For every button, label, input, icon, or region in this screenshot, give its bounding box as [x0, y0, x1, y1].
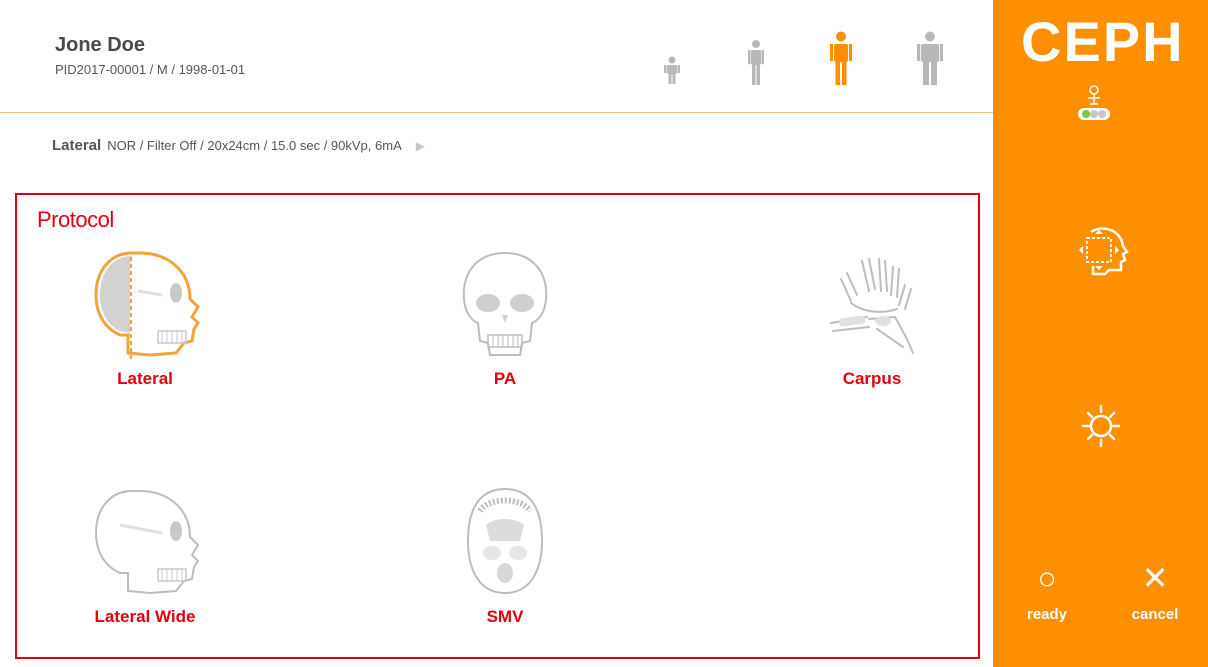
- body-type-selector: [655, 30, 955, 90]
- small-adult-body-icon[interactable]: [748, 39, 764, 90]
- laser-light-icon[interactable]: [1079, 402, 1123, 455]
- mode-sidebar: CEPH ○ ready ✕ cancel: [993, 0, 1208, 667]
- protocol-label-carpus: Carpus: [842, 369, 902, 388]
- protocol-label-smv: SMV: [486, 607, 524, 626]
- cancel-x-icon: ✕: [1141, 560, 1169, 596]
- patient-info: PID2017-00001 / M / 1998-01-01: [55, 62, 246, 77]
- exposure-settings[interactable]: Lateral NOR / Filter Off / 20x24cm / 15.…: [52, 137, 425, 154]
- cancel-label: cancel: [1131, 606, 1179, 623]
- patient-name: Jone Doe: [55, 34, 146, 56]
- protocol-title: Protocol: [37, 207, 114, 232]
- positioning-icon[interactable]: [1075, 222, 1131, 283]
- protocol-lateral[interactable]: Lateral: [55, 243, 235, 389]
- protocol-pa[interactable]: PA: [415, 243, 595, 389]
- header-divider: [0, 112, 993, 113]
- cancel-button[interactable]: ✕ cancel: [1125, 560, 1185, 623]
- status-light-icon: [1077, 82, 1111, 127]
- exposure-mode: Lateral: [52, 137, 102, 154]
- child-body-icon[interactable]: [663, 55, 681, 90]
- protocol-lateral-wide[interactable]: Lateral Wide: [55, 481, 235, 627]
- protocol-carpus[interactable]: Carpus: [782, 243, 962, 389]
- patient-header: Jone Doe PID2017-00001 / M / 1998-01-01: [0, 0, 993, 140]
- large-adult-body-icon[interactable]: [917, 31, 943, 90]
- hand-icon: [830, 258, 914, 354]
- smv-skull-icon: [466, 487, 544, 595]
- ready-label: ready: [1026, 606, 1068, 623]
- pa-skull-icon: [462, 251, 548, 356]
- expand-arrow-icon[interactable]: ▶: [416, 139, 425, 153]
- ready-button[interactable]: ○ ready: [1017, 560, 1077, 623]
- mode-title: CEPH: [1021, 10, 1185, 73]
- protocol-panel: Protocol Lateral PA Carpus Lateral Wide …: [15, 193, 980, 659]
- ready-circle-icon: ○: [1037, 560, 1057, 596]
- protocol-label-lateral: Lateral: [117, 369, 173, 388]
- lateral-skull-icon: [94, 251, 200, 361]
- protocol-label-pa: PA: [493, 369, 517, 388]
- exposure-details: NOR / Filter Off / 20x24cm / 15.0 sec / …: [107, 138, 402, 153]
- protocol-smv[interactable]: SMV: [415, 481, 595, 627]
- adult-body-icon[interactable]: [830, 31, 852, 90]
- protocol-label-lateral-wide: Lateral Wide: [94, 607, 196, 626]
- lateral-wide-skull-icon: [94, 490, 200, 595]
